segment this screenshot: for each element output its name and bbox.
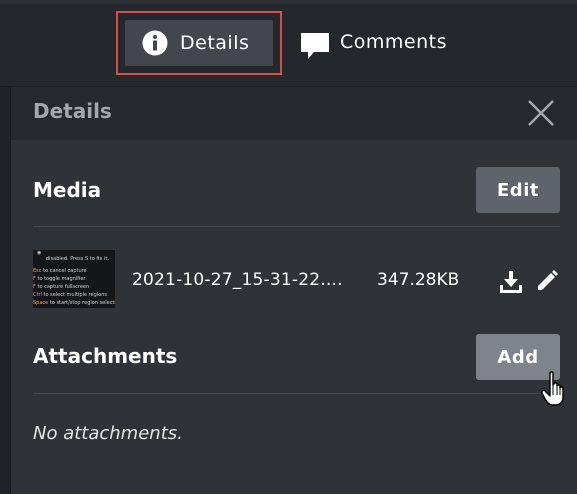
media-file-name[interactable]: 2021-10-27_15-31-22.... bbox=[132, 270, 343, 290]
thumb-line: Space to start/stop region selection bbox=[33, 300, 115, 306]
info-icon bbox=[142, 30, 168, 56]
thumb-line: disabled. Press S to fix it. bbox=[46, 256, 109, 262]
panel-title: Details bbox=[33, 99, 112, 123]
attachments-empty-text: No attachments. bbox=[33, 423, 183, 444]
tab-details-label: Details bbox=[180, 32, 250, 54]
comment-icon bbox=[300, 32, 330, 62]
media-file-size: 347.28KB bbox=[377, 270, 460, 290]
highlight-box: Details bbox=[116, 11, 282, 75]
close-icon bbox=[528, 100, 554, 126]
tab-details[interactable]: Details bbox=[125, 20, 273, 66]
attachments-title: Attachments bbox=[33, 344, 178, 368]
media-title: Media bbox=[33, 178, 102, 202]
pencil-icon[interactable] bbox=[536, 270, 558, 292]
tab-comments-label: Comments bbox=[340, 31, 447, 53]
thumb-line: Esc to cancel capture bbox=[33, 268, 87, 274]
edit-button[interactable]: Edit bbox=[476, 167, 560, 213]
details-panel: Details Media Edit ◉ disabled. Press S t… bbox=[11, 87, 577, 494]
media-thumbnail[interactable]: ◉ disabled. Press S to fix it. Esc to ca… bbox=[33, 250, 115, 308]
thumb-line: F to capture fullscreen bbox=[33, 284, 90, 290]
close-button[interactable] bbox=[523, 95, 559, 131]
tab-comments[interactable]: Comments bbox=[300, 26, 447, 62]
top-tab-bar: Details Comments bbox=[0, 0, 577, 87]
left-edge-strip bbox=[0, 87, 11, 494]
hand-cursor-icon bbox=[541, 371, 569, 407]
panel-header: Details bbox=[11, 87, 577, 140]
thumb-line: Ctrl to select multiple regions bbox=[33, 292, 107, 298]
attachments-divider bbox=[33, 393, 560, 394]
top-rule bbox=[0, 0, 577, 4]
thumb-line: ◉ bbox=[37, 250, 42, 256]
media-divider bbox=[33, 226, 560, 227]
thumb-line: F to toggle magnifier bbox=[33, 276, 86, 282]
download-icon[interactable] bbox=[499, 270, 523, 294]
